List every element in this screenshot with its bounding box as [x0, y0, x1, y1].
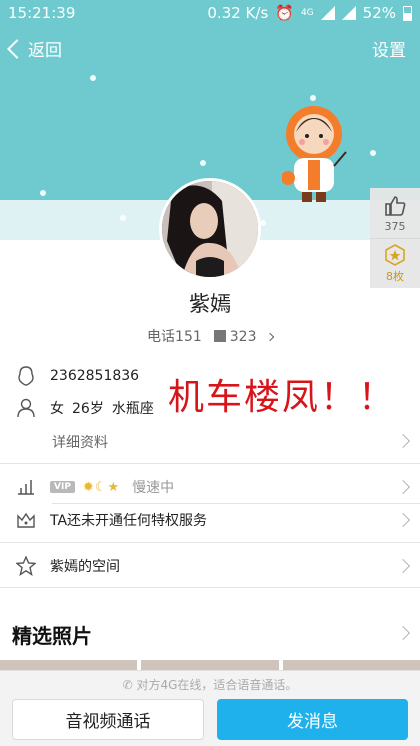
qq-penguin-icon: [16, 366, 36, 386]
photo-strip[interactable]: [0, 660, 420, 670]
divider: [0, 542, 420, 543]
back-label: 返回: [28, 41, 62, 61]
avatar-photo: [162, 181, 258, 277]
gender: 女: [50, 401, 64, 417]
av-call-button[interactable]: 音视频通话: [12, 699, 204, 740]
network-type: 4G: [300, 8, 314, 18]
qq-number-row: 2362851836: [16, 366, 139, 386]
chevron-left-icon: [7, 38, 27, 59]
detail-info-link[interactable]: 详细资料: [52, 432, 108, 452]
basic-info-row: 女 26岁 水瓶座: [16, 398, 154, 418]
star-outline-icon: [16, 556, 36, 576]
photo-thumbnail[interactable]: [282, 660, 420, 670]
alarm-icon: ⏰: [275, 4, 294, 22]
thumbs-up-icon: [385, 195, 406, 216]
settings-button[interactable]: 设置: [372, 36, 406, 61]
photo-thumbnail[interactable]: [141, 660, 279, 670]
chevron-right-icon: [395, 479, 411, 495]
vip-tag: VIP: [50, 481, 75, 493]
featured-photos-title[interactable]: 精选照片: [12, 620, 92, 649]
battery-level: 52%: [362, 4, 396, 22]
overlay-red-text: 机车楼凤！！: [168, 377, 397, 418]
bottom-action-bar: ✆ 对方4G在线，适合语音通话。 音视频通话 发消息: [0, 670, 420, 746]
masked-digits: [213, 330, 226, 342]
badge-count: 8枚: [386, 269, 404, 283]
like-count: 375: [384, 219, 406, 233]
vip-row[interactable]: VIP ✹☾★ 慢速中: [16, 477, 174, 497]
send-message-button[interactable]: 发消息: [217, 699, 408, 740]
avatar[interactable]: [159, 178, 261, 280]
phone-row[interactable]: 电话151 323: [0, 326, 420, 346]
chevron-right-icon: [395, 558, 411, 574]
signal-icon: [320, 6, 335, 20]
chevron-right-icon: [395, 512, 411, 528]
network-speed: 0.32 K/s: [207, 4, 269, 22]
status-bar: 15:21:39 0.32 K/s ⏰ 4G 52%: [0, 0, 420, 26]
badge-button[interactable]: 8枚: [370, 238, 420, 288]
vip-speed-label: 慢速中: [132, 480, 175, 496]
battery-icon: [403, 5, 412, 21]
qzone-label: 紫嫣的空间: [50, 559, 120, 575]
back-button[interactable]: 返回: [7, 36, 62, 61]
qzone-row[interactable]: 紫嫣的空间: [16, 556, 120, 576]
side-panel: 375 8枚: [370, 188, 420, 288]
signal-icon-2: [341, 6, 356, 20]
divider: [0, 587, 420, 588]
photo-thumbnail[interactable]: [0, 660, 138, 670]
chevron-right-icon: [395, 625, 411, 641]
phone-suffix: 323: [229, 329, 257, 345]
person-icon: [16, 398, 36, 418]
call-hint-text: 对方4G在线，适合语音通话。: [136, 678, 298, 692]
hexagon-star-badge-icon: [385, 243, 405, 266]
chevron-right-icon: [395, 433, 411, 449]
divider: [0, 463, 420, 464]
level-badges-icon: ✹☾★: [82, 479, 121, 495]
status-time: 15:21:39: [8, 4, 76, 22]
nav-bar: 返回 设置: [0, 34, 420, 66]
zodiac: 水瓶座: [111, 401, 154, 417]
phone-icon: ✆: [122, 678, 133, 692]
like-button[interactable]: 375: [370, 188, 420, 238]
age: 26岁: [72, 401, 104, 417]
divider: [52, 503, 420, 504]
privilege-row[interactable]: TA还未开通任何特权服务: [16, 510, 207, 530]
profile-name: 紫嫣: [189, 292, 231, 316]
level-chart-icon: [16, 477, 36, 497]
crown-icon: [16, 510, 36, 530]
call-hint: ✆ 对方4G在线，适合语音通话。: [0, 676, 420, 693]
phone-prefix: 电话151: [147, 329, 202, 345]
qq-number: 2362851836: [50, 368, 140, 384]
eskimo-mascot-illustration: [282, 106, 347, 202]
chevron-right-icon: [265, 332, 275, 342]
privilege-label: TA还未开通任何特权服务: [50, 513, 208, 529]
